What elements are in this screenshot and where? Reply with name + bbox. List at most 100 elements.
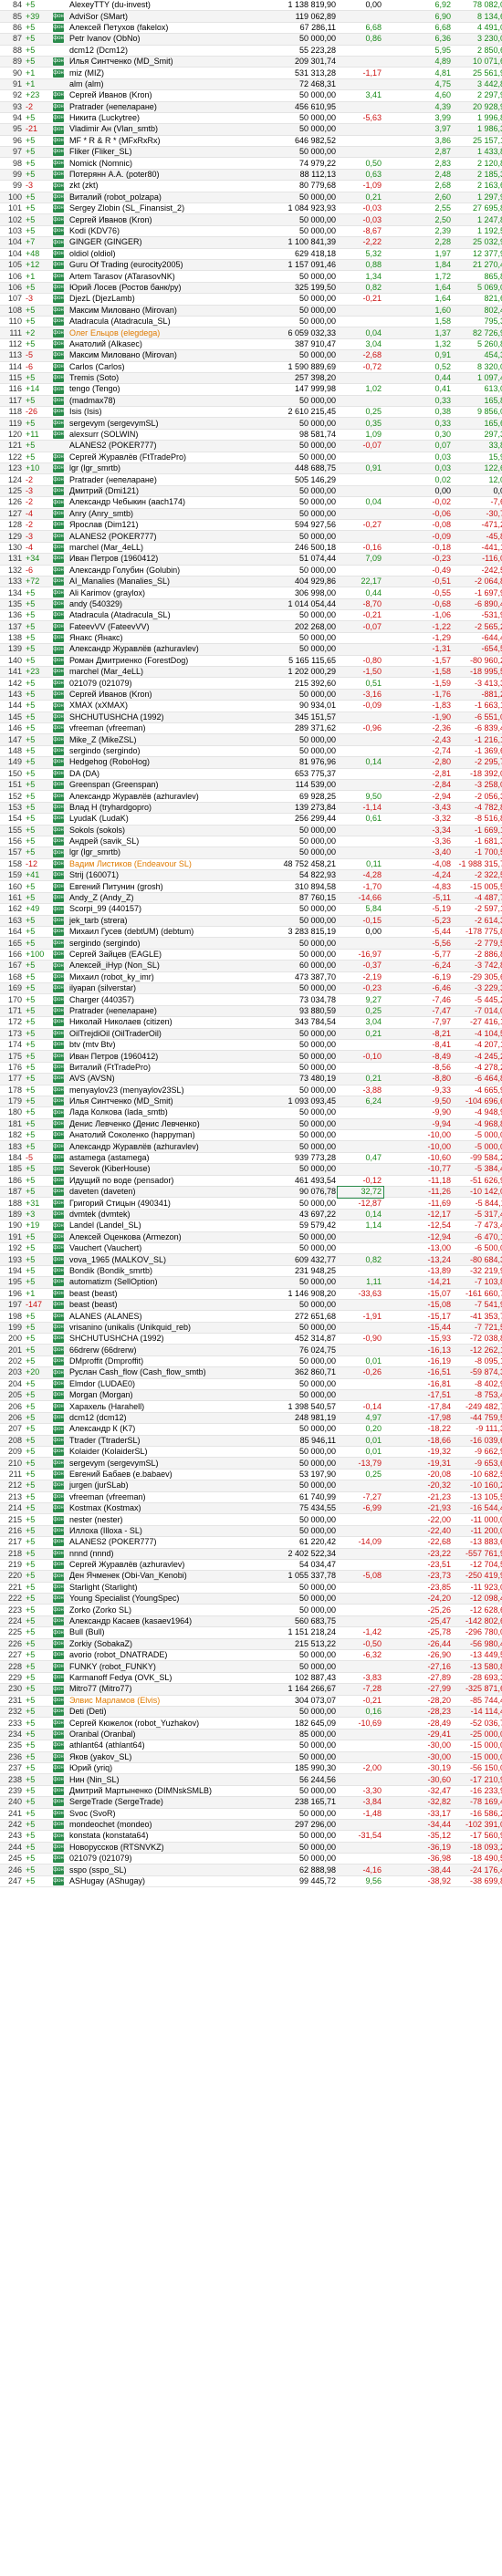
trader-name-cell[interactable]: Ярослав (Dim121) [68,519,261,532]
trader-name-cell[interactable]: Atadracula (Atadracula_SL) [68,316,261,328]
trader-name-cell[interactable]: jek_tarb (strera) [68,915,261,928]
trader-name-cell[interactable]: 66drerw (66drerw) [68,1344,261,1356]
trader-name-cell[interactable]: Анатолий (Alkasec) [68,338,261,351]
trader-name-cell[interactable]: Яков (yakov_SL) [68,1751,261,1763]
trader-name-cell[interactable]: Новоруссков (RTSNVKZ) [68,1842,261,1854]
trader-name-cell[interactable]: Karmanoff Fedya (OVK_SL) [68,1672,261,1685]
trader-name-cell[interactable]: Нин (Nin_SL) [68,1773,261,1786]
trader-name-cell[interactable]: AI_Manalies (Manalies_SL) [68,576,261,588]
trader-name-cell[interactable]: Дмитрий (Dmi121) [68,485,261,498]
trader-name-cell[interactable]: GINGER (GINGER) [68,236,261,249]
trader-name-cell[interactable]: Kolaider (KolaiderSL) [68,1446,261,1459]
trader-name-cell[interactable]: Руслан Cash_flow (Cash_flow_smtb) [68,1366,261,1379]
trader-name-cell[interactable]: beast (beast) [68,1299,261,1312]
trader-name-cell[interactable]: Михаил (robot_ky_imr) [68,971,261,984]
trader-name-cell[interactable]: FateevVV (FateevVV) [68,620,261,633]
trader-name-cell[interactable]: Олег Ельцов (elegdega) [68,327,261,339]
trader-name-cell[interactable]: Михаил Гусев (debtUM) (debtum) [68,926,261,939]
trader-name-cell[interactable]: Потерянн А.А. (poter80) [68,169,261,182]
trader-name-cell[interactable]: DA (DA) [68,768,261,780]
trader-name-cell[interactable]: Лада Колкова (lada_smtb) [68,1106,261,1119]
trader-name-cell[interactable]: ASHugay (AShugay) [68,1875,261,1888]
trader-name-cell[interactable]: Fliker (Fliker_SL) [68,146,261,159]
trader-name-cell[interactable]: Petr Ivanov (ObNo) [68,33,261,46]
trader-name-cell[interactable]: Харахель (Harahell) [68,1400,261,1413]
trader-name-cell[interactable]: lgr (lgr_smrtb) [68,462,261,475]
trader-name-cell[interactable]: Charger (440357) [68,993,261,1006]
trader-name-cell[interactable]: Pratrader (непеларане) [68,1005,261,1018]
trader-name-cell[interactable]: miz (MIZ) [68,67,261,79]
trader-name-cell[interactable]: Николай Николаев (citizen) [68,1016,261,1029]
trader-name-cell[interactable]: OilTrejdiOil (OilTraderOil) [68,1028,261,1040]
trader-name-cell[interactable]: Юрий (yriq) [68,1762,261,1775]
trader-name-cell[interactable]: automatizm (SellOption) [68,1276,261,1289]
trader-name-cell[interactable]: ALANES2 (POKER777) [68,530,261,543]
trader-name-cell[interactable]: Oranbal (Oranbal) [68,1729,261,1741]
trader-name-cell[interactable]: vfreeman (vfreeman) [68,722,261,735]
trader-name-cell[interactable]: SergeTrade (SergeTrade) [68,1796,261,1809]
trader-name-cell[interactable]: Pratrader (непеларане) [68,101,261,113]
trader-name-cell[interactable]: tengo (Tengo) [68,383,261,396]
trader-name-cell[interactable]: sspo (sspo_SL) [68,1864,261,1876]
trader-name-cell[interactable]: alexsurr (SOLWIN) [68,429,261,441]
trader-name-cell[interactable]: Иллоха (Illoxa - SL) [68,1525,261,1538]
trader-name-cell[interactable]: dcm12 (dcm12) [68,1412,261,1425]
trader-name-cell[interactable]: Анатолий Соколенко (happyman) [68,1129,261,1142]
trader-name-cell[interactable]: XMAX (xXMAX) [68,700,261,712]
trader-name-cell[interactable]: Vladimir Ан (Vlan_smtb) [68,123,261,136]
trader-name-cell[interactable]: Сергей Журавлёв (FtTradePro) [68,452,261,464]
trader-name-cell[interactable]: AVS (AVSN) [68,1073,261,1085]
trader-name-cell[interactable]: sergindo (sergindo) [68,937,261,950]
trader-name-cell[interactable]: Anry (Anry_smtb) [68,508,261,520]
trader-name-cell[interactable]: avorio (robot_DNATRADE) [68,1649,261,1662]
trader-name-cell[interactable]: Юрий Лосев (Ростов банк/ру) [68,282,261,295]
trader-name-cell[interactable]: Александр Журавлёв (azhuravlev) [68,643,261,656]
trader-name-cell[interactable]: Алексей_iHyp (Non_SL) [68,960,261,972]
trader-name-cell[interactable]: Hedgehog (RoboHog) [68,756,261,769]
trader-name-cell[interactable]: dcm12 (Dcm12) [68,45,261,57]
trader-name-cell[interactable]: dvmtek (dvmtek) [68,1209,261,1221]
trader-name-cell[interactable]: Евгений Питунин (grosh) [68,880,261,893]
trader-name-cell[interactable]: Zorkiy (SobakaZ) [68,1638,261,1651]
trader-name-cell[interactable]: Евгений Бабаев (e.babaev) [68,1469,261,1481]
trader-name-cell[interactable]: andy (540329) [68,598,261,611]
trader-name-cell[interactable]: Сергей Журавлёв (azhuravlev) [68,1559,261,1572]
trader-name-cell[interactable]: athlant64 (athlant64) [68,1740,261,1752]
trader-name-cell[interactable]: Strij (160071) [68,869,261,882]
trader-name-cell[interactable]: Nomick (Nomnic) [68,157,261,170]
trader-name-cell[interactable]: Elmdor (LUDAE0) [68,1378,261,1391]
trader-name-cell[interactable]: Ali Karimov (graylox) [68,587,261,599]
trader-name-cell[interactable]: sergevym (sergevymSL) [68,417,261,430]
trader-name-cell[interactable]: Mitro77 (Mitro77) [68,1683,261,1696]
trader-name-cell[interactable]: Элвис Марламов (Elvis) [68,1695,261,1708]
trader-name-cell[interactable]: SHCHUTUSHCHA (1992) [68,1333,261,1345]
trader-name-cell[interactable]: Андрей (savik_SL) [68,836,261,848]
trader-name-cell[interactable]: 021079 (021079) [68,677,261,690]
trader-name-cell[interactable]: daveten (daveten) [68,1186,261,1199]
trader-name-cell[interactable]: Александр Касаев (kasaev1964) [68,1615,261,1628]
trader-name-cell[interactable]: AlexeyTTY (du-invest) [68,0,261,12]
trader-name-cell[interactable]: Atadracula (Atadracula_SL) [68,609,261,622]
trader-name-cell[interactable]: Tremis (Soto) [68,372,261,385]
trader-name-cell[interactable]: ALANES2 (POKER777) [68,1536,261,1549]
trader-name-cell[interactable]: menyaylov23 (menyaylov23SL) [68,1085,261,1096]
trader-name-cell[interactable]: DjezL (DjezLamb) [68,293,261,306]
trader-name-cell[interactable]: marchel (Mar_4eLL) [68,666,261,679]
trader-name-cell[interactable]: Starlight (Starlight) [68,1582,261,1594]
trader-name-cell[interactable]: lgr (lgr_smrtb) [68,847,261,859]
trader-name-cell[interactable]: Алексей Оценкова (Armezon) [68,1231,261,1243]
trader-name-cell[interactable]: Сергей Зайцев (EAGLE) [68,949,261,961]
trader-name-cell[interactable]: ALANES (ALANES) [68,1310,261,1323]
trader-name-cell[interactable]: Идущий по воде (pensador) [68,1175,261,1188]
trader-name-cell[interactable]: Сергей Иванов (Kron) [68,213,261,226]
trader-name-cell[interactable]: AdviSor (SMart) [68,10,261,23]
trader-name-cell[interactable]: marchel (Mar_4eLL) [68,542,261,555]
trader-name-cell[interactable]: beast (beast) [68,1288,261,1300]
trader-name-cell[interactable]: (madmax78) [68,395,261,408]
trader-name-cell[interactable]: zkt (zkt) [68,180,261,192]
trader-name-cell[interactable]: nnnd (nnnd) [68,1548,261,1560]
trader-name-cell[interactable]: Александр Чебыкин (aach174) [68,496,261,509]
trader-name-cell[interactable]: Вадим Листиков (Endeavour SL) [68,858,261,871]
trader-name-cell[interactable]: sergindo (sergindo) [68,745,261,758]
trader-name-cell[interactable]: Andy_Z (Andy_Z) [68,892,261,905]
